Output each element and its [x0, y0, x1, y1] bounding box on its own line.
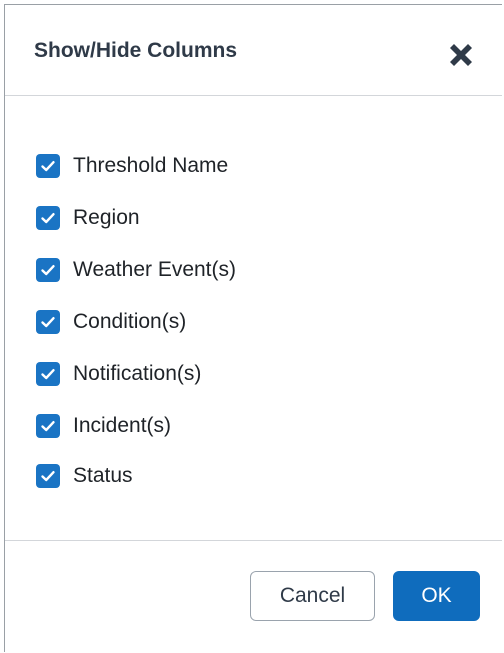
checkbox-checked-icon[interactable]: [36, 154, 60, 178]
column-option-incidents[interactable]: Incident(s): [36, 412, 171, 440]
column-option-label: Region: [73, 206, 140, 229]
show-hide-columns-dialog: Show/Hide Columns Threshold Name Region …: [4, 4, 502, 652]
column-option-weather-events[interactable]: Weather Event(s): [36, 256, 236, 284]
checkbox-checked-icon[interactable]: [36, 258, 60, 282]
dialog-header: Show/Hide Columns: [5, 5, 502, 96]
column-option-label: Incident(s): [73, 414, 172, 437]
checkbox-checked-icon[interactable]: [36, 414, 60, 438]
column-option-label: Status: [73, 464, 133, 487]
column-option-conditions[interactable]: Condition(s): [36, 308, 186, 336]
checkbox-checked-icon[interactable]: [36, 362, 60, 386]
cancel-button[interactable]: Cancel: [250, 571, 375, 621]
close-button[interactable]: [444, 38, 478, 72]
close-icon: [450, 44, 472, 66]
column-option-label: Notification(s): [73, 362, 202, 385]
column-option-status[interactable]: Status: [36, 462, 133, 490]
column-option-notifications[interactable]: Notification(s): [36, 360, 201, 388]
checkbox-checked-icon[interactable]: [36, 206, 60, 230]
dialog-footer: Cancel OK: [5, 540, 502, 653]
ok-button[interactable]: OK: [393, 571, 480, 621]
checkbox-checked-icon[interactable]: [36, 464, 60, 488]
column-option-region[interactable]: Region: [36, 204, 140, 232]
dialog-title: Show/Hide Columns: [34, 39, 238, 62]
column-option-label: Condition(s): [73, 310, 187, 333]
column-option-threshold-name[interactable]: Threshold Name: [36, 152, 228, 180]
column-option-label: Threshold Name: [73, 154, 229, 177]
column-options-list: Threshold Name Region Weather Event(s) C…: [5, 96, 502, 540]
column-option-label: Weather Event(s): [73, 258, 237, 281]
checkbox-checked-icon[interactable]: [36, 310, 60, 334]
